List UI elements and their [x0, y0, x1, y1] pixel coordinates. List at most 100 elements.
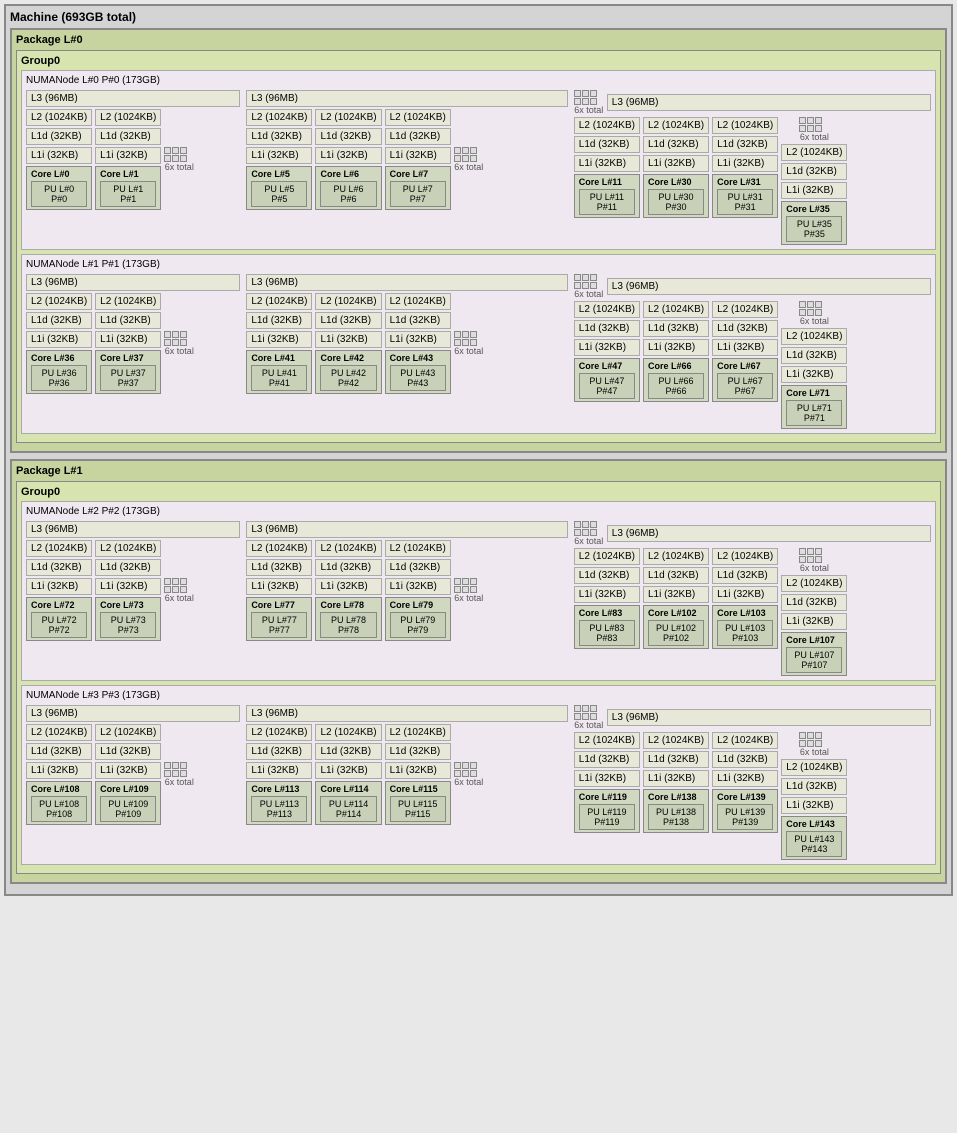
- l1d-3-1-1: L1d (32KB): [315, 743, 381, 760]
- l1i-2-2: L1i (32KB): [712, 155, 778, 172]
- pu-103: PU L#103P#103: [717, 620, 773, 646]
- l1d-3-2-1: L1d (32KB): [643, 751, 709, 768]
- l3-1-2: L3 (96MB): [607, 278, 931, 295]
- pu-11: PU L#11P#11: [579, 189, 635, 215]
- l3-3-2: L3 (96MB): [607, 709, 931, 726]
- l2-2-0: L2 (1024KB): [574, 117, 640, 134]
- core-67: Core L#67 PU L#67P#67: [712, 358, 778, 402]
- core-102: Core L#102 PU L#102P#102: [643, 605, 709, 649]
- pu-138: PU L#138P#138: [648, 804, 704, 830]
- l1d-3-1-0: L1d (32KB): [246, 743, 312, 760]
- pu-5: PU L#5P#5: [251, 181, 307, 207]
- l1d-0-0: L1d (32KB): [26, 128, 92, 145]
- l2-3-2-3: L2 (1024KB): [781, 759, 847, 776]
- l1d-1-1-0: L1d (32KB): [246, 312, 312, 329]
- l1d-1-2: L1d (32KB): [385, 128, 451, 145]
- l1i-2-1-2: L1i (32KB): [385, 578, 451, 595]
- pu-43: PU L#43P#43: [390, 365, 446, 391]
- l1i-3-1-0: L1i (32KB): [246, 762, 312, 779]
- six-total-3-2-right: 6x total: [781, 732, 847, 757]
- core-138: Core L#138 PU L#138P#138: [643, 789, 709, 833]
- l1d-3-2-2: L1d (32KB): [712, 751, 778, 768]
- l1d-1-0-1: L1d (32KB): [95, 312, 161, 329]
- l1d-3-0-0: L1d (32KB): [26, 743, 92, 760]
- group0-pkg1: Group0 NUMANode L#2 P#2 (173GB) L3 (96MB…: [16, 481, 941, 874]
- core-1: Core L#1 PU L#1P#1: [95, 166, 161, 210]
- l1i-2-1-0: L1i (32KB): [246, 578, 312, 595]
- l1d-2-1-1: L1d (32KB): [315, 559, 381, 576]
- six-total-2-2-left: 6x total: [574, 521, 604, 546]
- l3-0-1: L3 (96MB): [246, 90, 567, 107]
- pu-115: PU L#115P#115: [390, 796, 446, 822]
- core-43: Core L#43 PU L#43P#43: [385, 350, 451, 394]
- l3-3-1: L3 (96MB): [246, 705, 567, 722]
- package-0: Package L#0 Group0 NUMANode L#0 P#0 (173…: [10, 28, 947, 453]
- l1i-0-0: L1i (32KB): [26, 147, 92, 164]
- l2-2-2-0: L2 (1024KB): [574, 548, 640, 565]
- numa1-title: NUMANode L#1 P#1 (173GB): [26, 259, 931, 270]
- l2-2-2: L2 (1024KB): [712, 117, 778, 134]
- core-0: Core L#0 PU L#0P#0: [26, 166, 92, 210]
- core-115: Core L#115 PU L#115P#115: [385, 781, 451, 825]
- core-119: Core L#119 PU L#119P#119: [574, 789, 640, 833]
- l2-1-1-1: L2 (1024KB): [315, 293, 381, 310]
- core-7: Core L#7 PU L#7P#7: [385, 166, 451, 210]
- l1i-0-1: L1i (32KB): [95, 147, 161, 164]
- l1d-2-2: L1d (32KB): [712, 136, 778, 153]
- l2-2-2-3: L2 (1024KB): [781, 575, 847, 592]
- l2-3-0-0: L2 (1024KB): [26, 724, 92, 741]
- l2-2-2-2: L2 (1024KB): [712, 548, 778, 565]
- numa1: NUMANode L#1 P#1 (173GB) L3 (96MB) L2 (1…: [21, 254, 936, 434]
- l1i-3-2-0: L1i (32KB): [574, 770, 640, 787]
- numa3-title: NUMANode L#3 P#3 (173GB): [26, 690, 931, 701]
- core-83: Core L#83 PU L#83P#83: [574, 605, 640, 649]
- pu-35: PU L#35P#35: [786, 216, 842, 242]
- group0-pkg0-title: Group0: [21, 55, 936, 67]
- six-total-1-2-left: 6x total: [574, 274, 604, 299]
- six-total-3-2-left: 6x total: [574, 705, 604, 730]
- l1i-2-2-1: L1i (32KB): [643, 586, 709, 603]
- l2-2-1-0: L2 (1024KB): [246, 540, 312, 557]
- l2-3-1-2: L2 (1024KB): [385, 724, 451, 741]
- numa2-title: NUMANode L#2 P#2 (173GB): [26, 506, 931, 517]
- l1d-1-2-3: L1d (32KB): [781, 347, 847, 364]
- l2-3-0-1: L2 (1024KB): [95, 724, 161, 741]
- core-30: Core L#30 PU L#30P#30: [643, 174, 709, 218]
- numa0: NUMANode L#0 P#0 (173GB) L3 (96MB) L2 (1…: [21, 70, 936, 250]
- core-35: Core L#35 PU L#35P#35: [781, 201, 847, 245]
- group0-pkg1-title: Group0: [21, 486, 936, 498]
- pu-102: PU L#102P#102: [648, 620, 704, 646]
- core-6: Core L#6 PU L#6P#6: [315, 166, 381, 210]
- core-41: Core L#41 PU L#41P#41: [246, 350, 312, 394]
- pu-78: PU L#78P#78: [320, 612, 376, 638]
- l1i-2-0: L1i (32KB): [574, 155, 640, 172]
- l1d-2-2-1: L1d (32KB): [643, 567, 709, 584]
- l1d-2-2-3: L1d (32KB): [781, 594, 847, 611]
- l2-3-2-2: L2 (1024KB): [712, 732, 778, 749]
- l2-0-1: L2 (1024KB): [95, 109, 161, 126]
- six-total-0-1: 6x total: [454, 109, 484, 210]
- l1i-1-2-1: L1i (32KB): [643, 339, 709, 356]
- pu-1: PU L#1P#1: [100, 181, 156, 207]
- l1i-2-1-1: L1i (32KB): [315, 578, 381, 595]
- l1d-1-0-0: L1d (32KB): [26, 312, 92, 329]
- core-37: Core L#37 PU L#37P#37: [95, 350, 161, 394]
- pu-109: PU L#109P#109: [100, 796, 156, 822]
- pu-37: PU L#37P#37: [100, 365, 156, 391]
- core-71: Core L#71 PU L#71P#71: [781, 385, 847, 429]
- l1i-2-2-2: L1i (32KB): [712, 586, 778, 603]
- l1i-1-2-0: L1i (32KB): [574, 339, 640, 356]
- core-114: Core L#114 PU L#114P#114: [315, 781, 381, 825]
- l2-1-2-2: L2 (1024KB): [712, 301, 778, 318]
- core-72: Core L#72 PU L#72P#72: [26, 597, 92, 641]
- l3-1-0: L3 (96MB): [26, 274, 240, 291]
- l2-3-2-1: L2 (1024KB): [643, 732, 709, 749]
- l1i-3-0-1: L1i (32KB): [95, 762, 161, 779]
- l1d-1-1-2: L1d (32KB): [385, 312, 451, 329]
- l1i-2-0-0: L1i (32KB): [26, 578, 92, 595]
- l1d-3-1-2: L1d (32KB): [385, 743, 451, 760]
- l2-1-2-0: L2 (1024KB): [574, 301, 640, 318]
- l1d-2-0-1: L1d (32KB): [95, 559, 161, 576]
- l1i-3-2-1: L1i (32KB): [643, 770, 709, 787]
- l2-2-1-1: L2 (1024KB): [315, 540, 381, 557]
